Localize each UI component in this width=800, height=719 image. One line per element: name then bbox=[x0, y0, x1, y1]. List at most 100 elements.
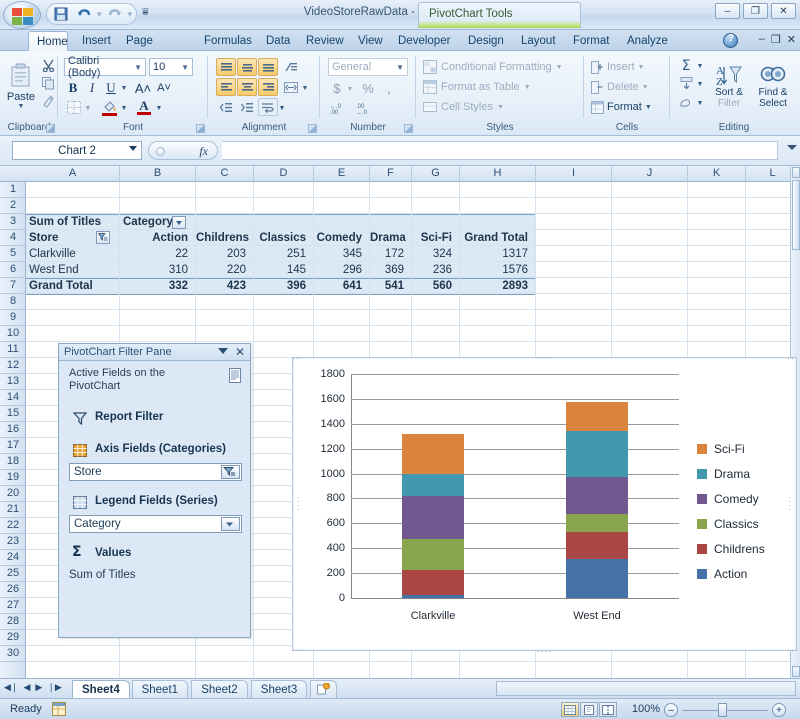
font-dialog-launcher[interactable] bbox=[196, 124, 205, 133]
formula-expand-icon[interactable] bbox=[156, 147, 165, 156]
name-box-dropdown-icon[interactable] bbox=[129, 146, 137, 151]
alignment-dialog-launcher[interactable] bbox=[308, 124, 317, 133]
column-header-E[interactable]: E bbox=[314, 166, 370, 182]
shrink-font-button[interactable]: A˅ bbox=[154, 79, 174, 97]
pivot-column-header[interactable]: Grand Total bbox=[460, 230, 532, 246]
align-top-icon[interactable] bbox=[216, 58, 236, 76]
zoom-out-button[interactable]: – bbox=[664, 703, 678, 717]
next-sheet-button[interactable]: ▶ bbox=[35, 682, 42, 693]
ribbon-tab-insert[interactable]: Insert bbox=[74, 31, 114, 51]
pivot-cell[interactable]: 296 bbox=[314, 262, 366, 278]
ribbon-tab-format[interactable]: Format bbox=[565, 31, 611, 51]
pivot-cell[interactable]: 251 bbox=[254, 246, 310, 262]
chart-bottom-handle[interactable]: ···· bbox=[537, 646, 553, 656]
chart-segment-classics[interactable] bbox=[402, 538, 464, 570]
pivot-grand-total-cell[interactable]: 560 bbox=[412, 278, 456, 294]
vertical-scroll-thumb[interactable] bbox=[792, 180, 800, 250]
merge-cells-icon[interactable] bbox=[281, 78, 301, 96]
pivot-cell[interactable]: 1576 bbox=[460, 262, 532, 278]
comma-button[interactable]: , bbox=[380, 79, 398, 97]
chart-segment-childrens[interactable] bbox=[566, 532, 628, 560]
pivot-column-header[interactable]: Comedy bbox=[314, 230, 366, 246]
row-header-26[interactable]: 26 bbox=[0, 582, 26, 598]
row-header-11[interactable]: 11 bbox=[0, 342, 26, 358]
pivot-cell[interactable]: 345 bbox=[314, 246, 366, 262]
prev-sheet-button[interactable]: ◀ bbox=[23, 682, 30, 693]
filter-pane-minimize-icon[interactable] bbox=[218, 348, 228, 354]
column-header-B[interactable]: B bbox=[120, 166, 196, 182]
chart-corner-bl-handle[interactable]: ·· bbox=[292, 645, 300, 655]
zoom-slider[interactable]: – + bbox=[664, 703, 786, 717]
row-header-25[interactable]: 25 bbox=[0, 566, 26, 582]
row-header-27[interactable]: 27 bbox=[0, 598, 26, 614]
workbook-minimize-button[interactable]: – bbox=[759, 33, 765, 46]
increase-decimal-icon[interactable]: ←.0.00 bbox=[328, 99, 352, 117]
column-header-F[interactable]: F bbox=[370, 166, 412, 182]
pivot-column-filter-button[interactable] bbox=[172, 216, 186, 229]
sort-filter-button[interactable]: A Z Sort & Filter bbox=[708, 57, 750, 115]
chart-right-handle[interactable]: ···· bbox=[785, 496, 795, 512]
orientation-icon[interactable] bbox=[281, 58, 301, 76]
redo-icon[interactable] bbox=[105, 5, 125, 23]
pivot-grand-total-label[interactable]: Grand Total bbox=[26, 278, 120, 294]
row-header-24[interactable]: 24 bbox=[0, 550, 26, 566]
zoom-level[interactable]: 100% bbox=[632, 703, 660, 715]
axis-field-box[interactable]: Store bbox=[69, 463, 242, 481]
fill-color-icon[interactable] bbox=[98, 98, 120, 117]
redo-dropdown-icon[interactable]: ▾ bbox=[128, 9, 133, 20]
row-header-30[interactable]: 30 bbox=[0, 646, 26, 662]
chart-segment-comedy[interactable] bbox=[566, 477, 628, 514]
row-header-17[interactable]: 17 bbox=[0, 438, 26, 454]
pivot-cell[interactable]: 1317 bbox=[460, 246, 532, 262]
pivot-column-header[interactable]: Sci-Fi bbox=[412, 230, 456, 246]
page-break-view-icon[interactable] bbox=[599, 702, 617, 717]
format-painter-icon[interactable] bbox=[40, 93, 56, 109]
pivot-cell[interactable]: 172 bbox=[370, 246, 408, 262]
row-header-6[interactable]: 6 bbox=[0, 262, 26, 278]
customize-quick-access-icon[interactable]: ⩸ bbox=[142, 6, 149, 19]
undo-icon[interactable] bbox=[74, 5, 94, 23]
scroll-down-arrow-icon[interactable] bbox=[792, 666, 800, 677]
paste-dropdown-icon[interactable]: ▼ bbox=[18, 103, 25, 110]
row-header-20[interactable]: 20 bbox=[0, 486, 26, 502]
formula-bar-expand-icon[interactable] bbox=[787, 145, 797, 150]
workbook-close-button[interactable]: ✕ bbox=[787, 33, 796, 46]
grow-font-button[interactable]: A˄ bbox=[133, 79, 153, 97]
chart-legend-item[interactable]: Classics bbox=[697, 511, 765, 536]
row-header-1[interactable]: 1 bbox=[0, 182, 26, 198]
format-cells-button[interactable]: Format ▼ bbox=[590, 98, 664, 116]
undo-dropdown-icon[interactable]: ▾ bbox=[97, 9, 102, 20]
merge-dropdown-icon[interactable]: ▼ bbox=[301, 82, 309, 94]
chart-legend-item[interactable]: Childrens bbox=[697, 536, 765, 561]
fill-dropdown-icon[interactable]: ▼ bbox=[696, 79, 704, 90]
pivot-column-header[interactable]: Action bbox=[120, 230, 192, 246]
chart-segment-action[interactable] bbox=[566, 559, 628, 598]
align-center-icon[interactable] bbox=[237, 78, 257, 96]
workbook-restore-button[interactable]: ❐ bbox=[771, 33, 781, 46]
pivot-grand-total-cell[interactable]: 641 bbox=[314, 278, 366, 294]
number-dialog-launcher[interactable] bbox=[404, 124, 413, 133]
row-header-23[interactable]: 23 bbox=[0, 534, 26, 550]
paste-button[interactable]: Paste ▼ bbox=[4, 57, 38, 115]
ribbon-tab-review[interactable]: Review bbox=[298, 31, 344, 51]
chart-left-handle[interactable]: ···· bbox=[294, 496, 304, 512]
office-button[interactable] bbox=[3, 1, 41, 29]
ribbon-tab-view[interactable]: View bbox=[350, 31, 384, 51]
row-header-9[interactable]: 9 bbox=[0, 310, 26, 326]
font-size-combo[interactable]: 10 ▼ bbox=[149, 58, 193, 76]
sheet-tab-sheet4[interactable]: Sheet4 bbox=[72, 680, 130, 698]
insert-function-icon[interactable]: fx bbox=[199, 144, 208, 159]
pivot-cell[interactable]: 145 bbox=[254, 262, 310, 278]
font-name-combo[interactable]: Calibri (Body) ▼ bbox=[64, 55, 146, 79]
chart-segment-action[interactable] bbox=[402, 595, 464, 598]
pivot-column-header[interactable]: Classics bbox=[254, 230, 310, 246]
column-header-C[interactable]: C bbox=[196, 166, 254, 182]
italic-button[interactable]: I bbox=[83, 79, 101, 97]
clipboard-dialog-launcher[interactable] bbox=[46, 124, 55, 133]
sheet-tab-sheet1[interactable]: Sheet1 bbox=[131, 680, 189, 698]
pivot-row-label[interactable]: Clarkville bbox=[26, 246, 120, 262]
filter-pane-close-icon[interactable]: ✕ bbox=[235, 345, 245, 360]
ribbon-tab-home[interactable]: Home bbox=[28, 31, 68, 51]
pivot-row-field-label[interactable]: Store bbox=[26, 230, 96, 246]
axis-field-filter-button[interactable] bbox=[221, 465, 240, 479]
